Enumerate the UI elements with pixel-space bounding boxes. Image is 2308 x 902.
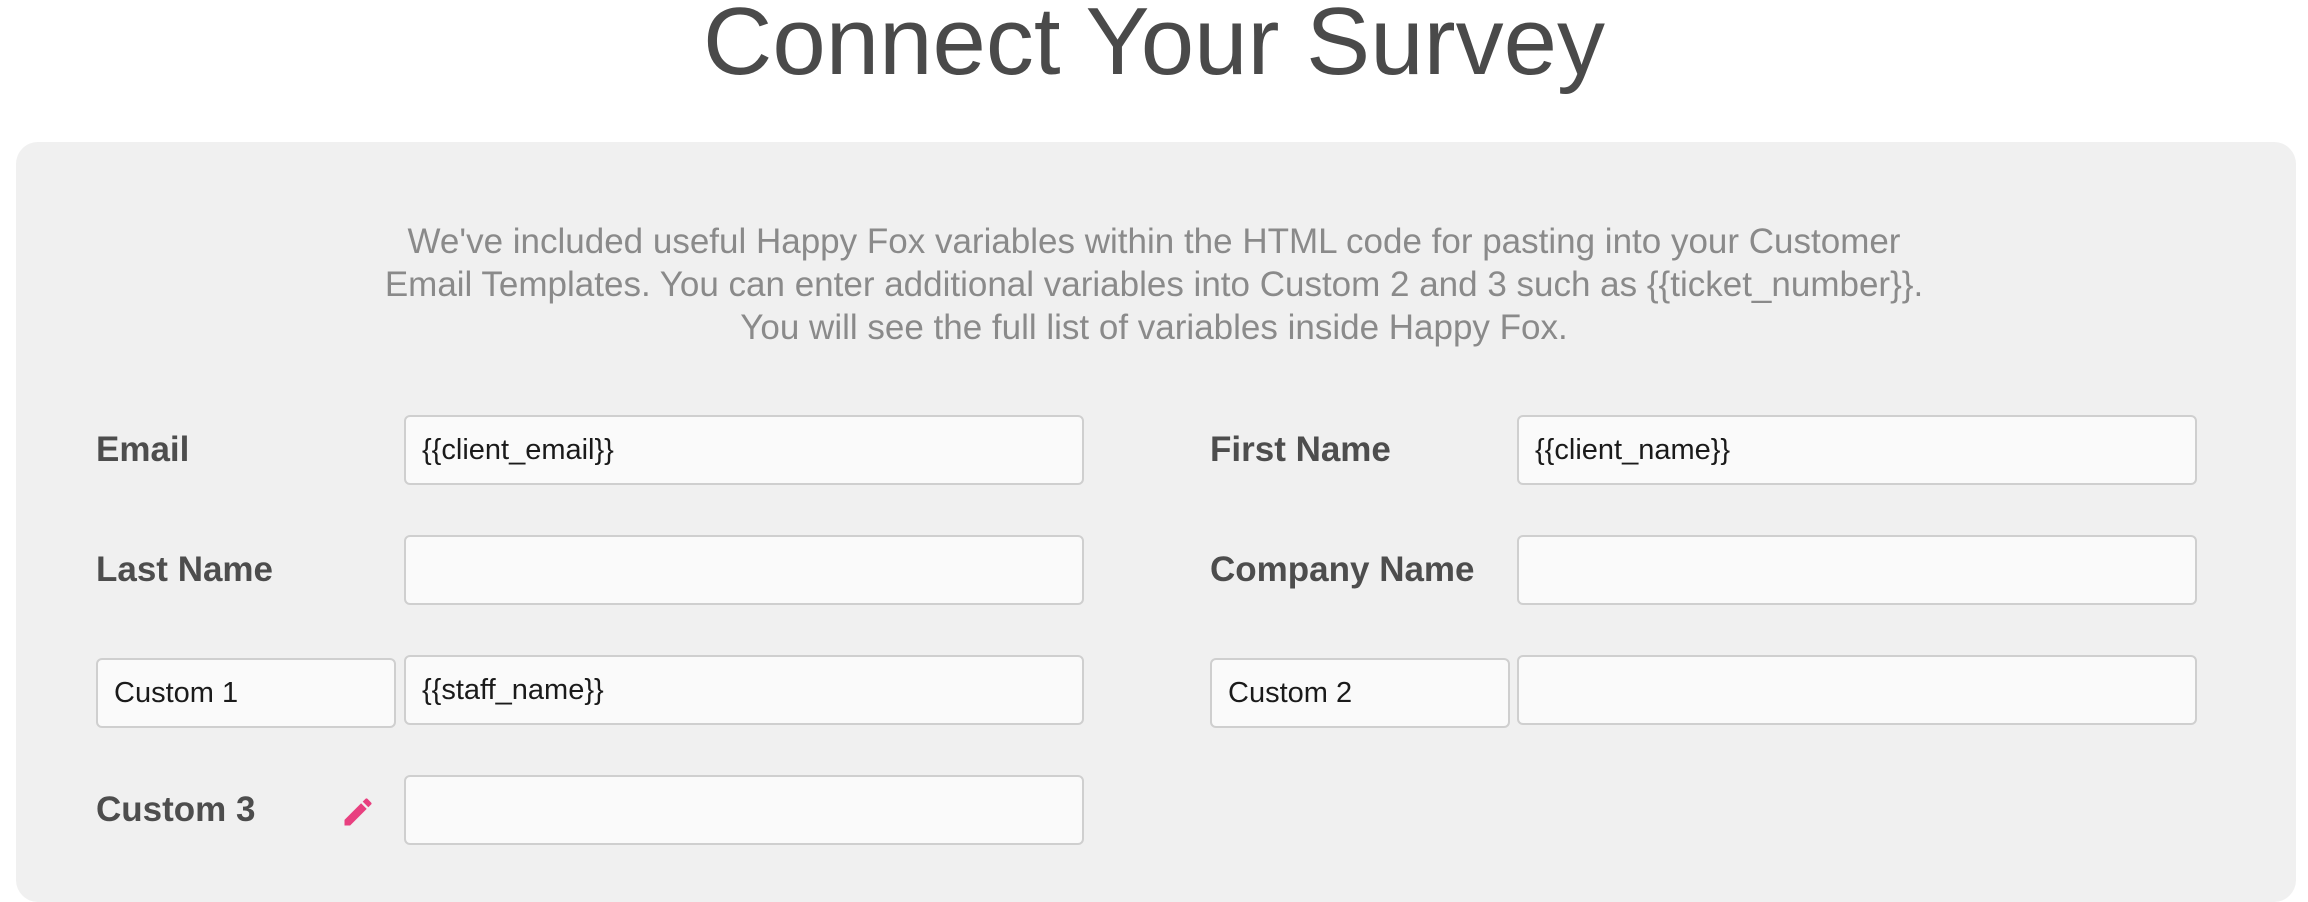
email-label: Email [96,430,190,469]
page-title: Connect Your Survey [703,0,1605,95]
company-name-label: Company Name [1210,550,1475,589]
first-name-field[interactable] [1517,415,2197,485]
custom3-field[interactable] [404,775,1084,845]
last-name-label: Last Name [96,550,274,589]
company-name-field[interactable] [1517,535,2197,605]
last-name-field[interactable] [404,535,1084,605]
pencil-icon[interactable] [340,794,376,830]
custom1-label-field[interactable] [96,658,396,728]
intro-line-3: You will see the full list of variables … [740,308,1568,347]
custom3-label: Custom 3 [96,790,256,829]
email-field[interactable] [404,415,1084,485]
first-name-label: First Name [1210,430,1391,469]
intro-text: We've included useful Happy Fox variable… [0,220,2308,349]
custom2-field[interactable] [1517,655,2197,725]
custom2-label-field[interactable] [1210,658,1510,728]
intro-line-1: We've included useful Happy Fox variable… [407,222,1901,261]
custom1-field[interactable] [404,655,1084,725]
intro-line-2: Email Templates. You can enter additiona… [384,265,1924,304]
